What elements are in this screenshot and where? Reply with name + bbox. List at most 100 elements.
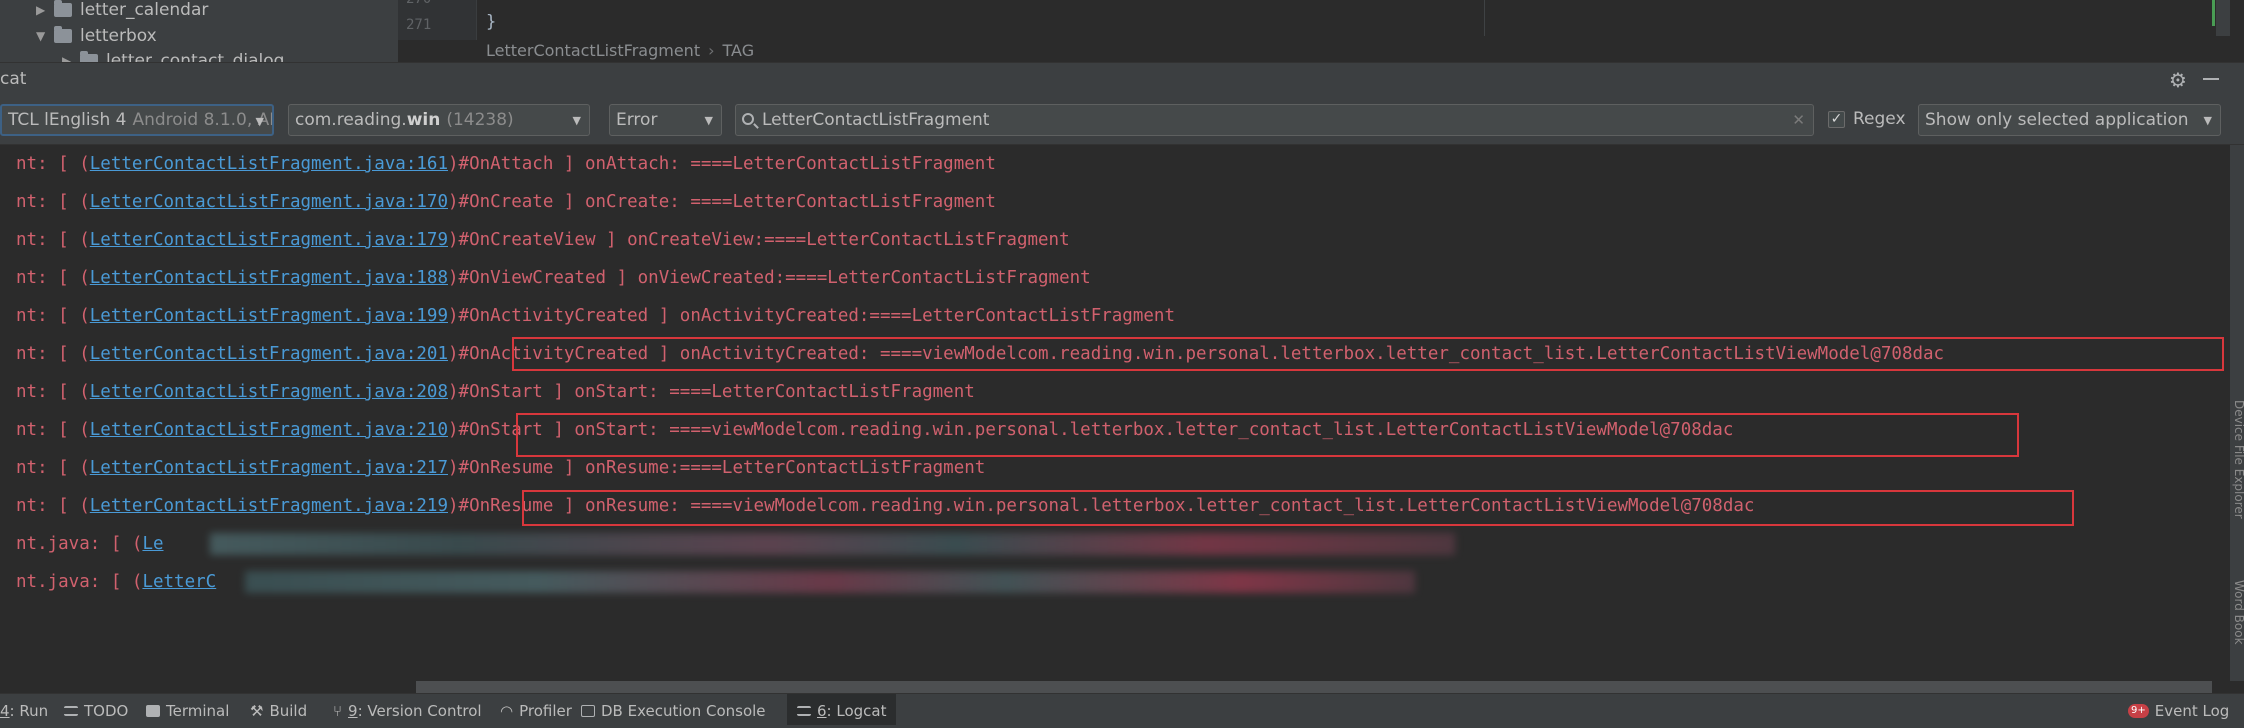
line-number: 271: [406, 17, 432, 33]
device-name: TCL lEnglish 4: [8, 110, 127, 130]
tab-terminal[interactable]: Terminal: [146, 694, 229, 727]
code-editor[interactable]: 270 271 } LetterContactListFragment › TA…: [398, 0, 2244, 62]
highlight-box: [516, 413, 2019, 457]
tab-shortcut: 9: [348, 701, 358, 720]
source-link[interactable]: LetterContactListFragment.java:161: [90, 154, 448, 174]
tab-label: : Version Control: [357, 701, 482, 720]
log-line: nt.java: [ (Le: [16, 534, 164, 554]
highlight-box: [512, 337, 2224, 371]
gear-icon[interactable]: ⚙: [2169, 68, 2187, 92]
right-margin-guide: [1484, 0, 1485, 36]
logcat-output[interactable]: nt: [ (LetterContactListFragment.java:16…: [0, 145, 2230, 681]
editor-scrollbar[interactable]: [2216, 0, 2230, 36]
tab-label: Terminal: [166, 701, 230, 720]
tab-label: Profiler: [519, 701, 572, 720]
log-line: nt: [ (LetterContactListFragment.java:16…: [16, 154, 996, 174]
log-line: nt: [ (LetterContactListFragment.java:19…: [16, 306, 1175, 326]
process-name-prefix: com.reading.: [295, 110, 407, 130]
tab-label: : Run: [9, 701, 49, 720]
search-icon: [742, 113, 754, 125]
tab-profiler[interactable]: ◠ Profiler: [500, 694, 572, 727]
top-area: ▶ letter_calendar ▼ letterbox ▶ letter_c…: [0, 0, 2244, 62]
log-line: nt: [ (LetterContactListFragment.java:20…: [16, 382, 975, 402]
tool-window-title: cat: [0, 69, 27, 89]
source-link[interactable]: LetterContactListFragment.java:208: [90, 382, 448, 402]
tree-item-label: letter_calendar: [80, 0, 209, 20]
tab-db-execution-console[interactable]: DB Execution Console: [581, 694, 766, 727]
highlight-box: [522, 490, 2074, 526]
tree-item-label: letter_contact_dialog: [106, 51, 285, 62]
clear-icon[interactable]: ✕: [1792, 111, 1805, 129]
folder-icon: [54, 26, 72, 43]
log-line: nt: [ (LetterContactListFragment.java:21…: [16, 458, 986, 478]
filter-mode-value: Show only selected application: [1925, 110, 2189, 130]
breadcrumb-member[interactable]: TAG: [723, 41, 755, 60]
source-link[interactable]: LetterC: [142, 572, 216, 592]
branch-icon: ⑂: [333, 701, 343, 720]
tab-logcat[interactable]: 6: Logcat: [787, 694, 897, 727]
folder-icon: [80, 51, 98, 62]
tab-version-control[interactable]: ⑂ 9: Version Control: [333, 694, 482, 727]
tab-event-log[interactable]: 9+ Event Log: [2128, 694, 2229, 727]
source-link[interactable]: LetterContactListFragment.java:217: [90, 458, 448, 478]
expand-arrow-icon[interactable]: ▶: [62, 54, 80, 62]
process-name-bold: win: [406, 110, 441, 130]
expand-arrow-icon[interactable]: ▶: [36, 3, 54, 17]
code-line: }: [486, 12, 497, 32]
log-level-selector[interactable]: Error ▼: [609, 104, 722, 136]
log-line: nt: [ (LetterContactListFragment.java:17…: [16, 230, 1070, 250]
process-selector[interactable]: com.reading. win (14238) ▼: [288, 104, 590, 136]
collapse-arrow-icon[interactable]: ▼: [36, 29, 54, 43]
log-line: nt.java: [ (LetterC: [16, 572, 217, 592]
tab-label: Event Log: [2154, 701, 2230, 720]
log-level-value: Error: [616, 110, 658, 130]
hammer-icon: ⚒: [250, 701, 264, 720]
device-detail: Android 8.1.0, AF: [132, 110, 274, 130]
tab-label: TODO: [84, 701, 129, 720]
gutter-divider: [476, 0, 477, 40]
console-icon: [581, 704, 595, 717]
minimize-icon[interactable]: [2203, 78, 2219, 80]
source-link[interactable]: Le: [142, 534, 163, 554]
todo-icon: [64, 705, 78, 716]
terminal-icon: [146, 704, 160, 717]
source-link[interactable]: LetterContactListFragment.java:188: [90, 268, 448, 288]
device-file-explorer-tab[interactable]: Device File Explorer: [2232, 400, 2244, 519]
tab-label: Build: [269, 701, 308, 720]
redacted-region: [245, 571, 1415, 593]
log-line: nt: [ (LetterContactListFragment.java:18…: [16, 268, 1091, 288]
bottom-tool-strip: 4: Run TODO Terminal ⚒ Build ⑂ 9: Versio…: [0, 693, 2244, 728]
tree-item-letterbox[interactable]: ▼ letterbox: [36, 23, 157, 49]
tab-shortcut: 4: [0, 701, 10, 720]
tree-item-label: letterbox: [80, 26, 157, 46]
tab-build[interactable]: ⚒ Build: [250, 694, 307, 727]
tree-item-letter-contact-dialog[interactable]: ▶ letter_contact_dialog: [62, 48, 284, 62]
breadcrumb-class[interactable]: LetterContactListFragment: [486, 41, 700, 60]
regex-checkbox[interactable]: ✓: [1828, 111, 1845, 128]
source-link[interactable]: LetterContactListFragment.java:170: [90, 192, 448, 212]
source-link[interactable]: LetterContactListFragment.java:179: [90, 230, 448, 250]
source-link[interactable]: LetterContactListFragment.java:210: [90, 420, 448, 440]
tab-todo[interactable]: TODO: [64, 694, 128, 727]
tab-label: : Logcat: [826, 701, 887, 720]
tree-item-letter-calendar[interactable]: ▶ letter_calendar: [36, 0, 208, 23]
breadcrumb: LetterContactListFragment › TAG: [486, 39, 754, 61]
vcs-change-marker: [2212, 0, 2215, 26]
source-link[interactable]: LetterContactListFragment.java:199: [90, 306, 448, 326]
chevron-down-icon: ▼: [572, 114, 581, 127]
source-link[interactable]: LetterContactListFragment.java:201: [90, 344, 448, 364]
filter-mode-selector[interactable]: Show only selected application ▼: [1918, 104, 2221, 136]
device-selector[interactable]: TCL lEnglish 4 Android 8.1.0, AF ▼: [0, 104, 274, 136]
logcat-search-input[interactable]: LetterContactListFragment ✕: [735, 104, 1814, 136]
horizontal-scrollbar[interactable]: [416, 681, 2212, 693]
tab-run[interactable]: 4: Run: [0, 694, 48, 727]
tab-shortcut: 6: [817, 701, 827, 720]
word-book-tab[interactable]: Word Book: [2232, 580, 2244, 645]
log-line: nt: [ (LetterContactListFragment.java:17…: [16, 192, 996, 212]
event-log-badge: 9+: [2128, 703, 2149, 718]
chevron-down-icon: ▼: [255, 115, 264, 128]
source-link[interactable]: LetterContactListFragment.java:219: [90, 496, 448, 516]
folder-icon: [54, 0, 72, 17]
breadcrumb-separator: ›: [708, 40, 715, 60]
gauge-icon: ◠: [500, 701, 514, 720]
